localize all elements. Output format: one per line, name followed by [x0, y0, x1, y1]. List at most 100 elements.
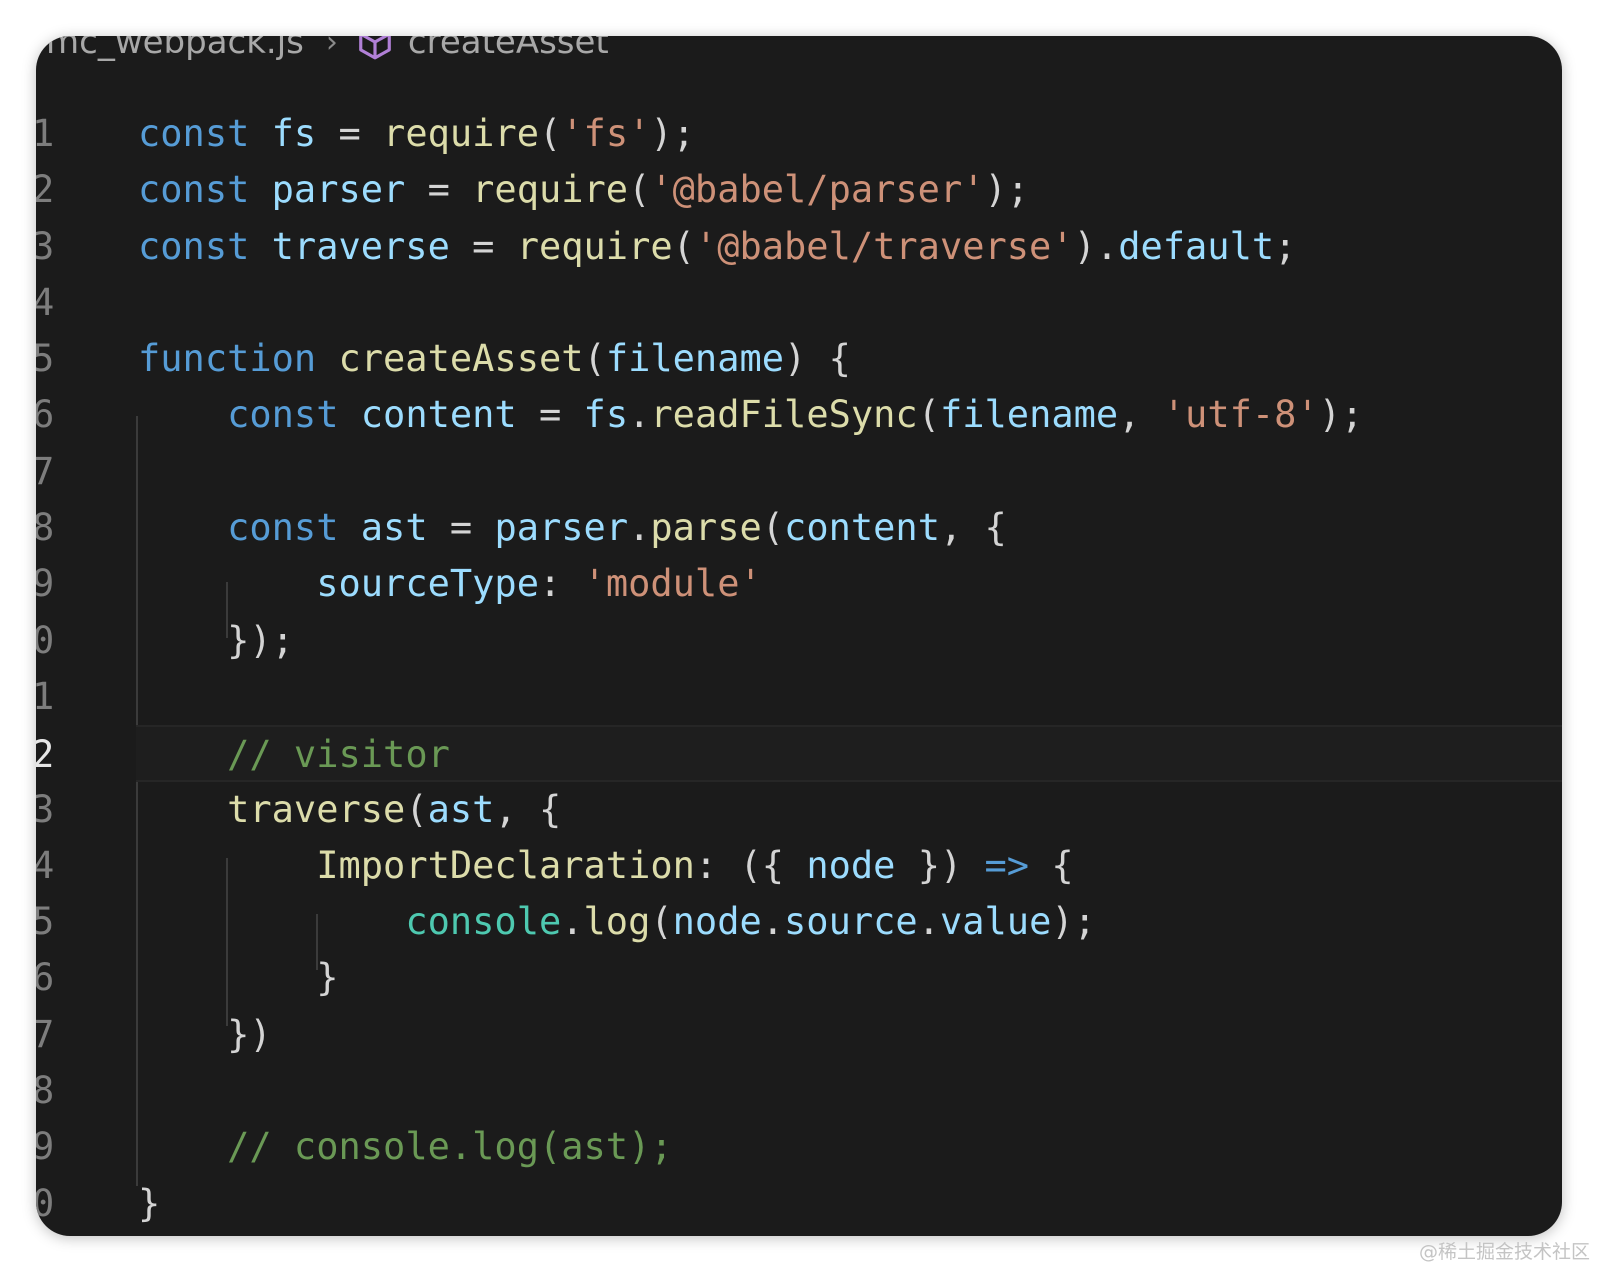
code-text: const ast = parser.parse(content, { [138, 500, 1007, 556]
code-line[interactable]: 4 ImportDeclaration: ({ node }) => { [36, 838, 1562, 894]
code-token: ); [1318, 393, 1364, 437]
code-token: // visitor [227, 733, 450, 777]
code-token: const [138, 224, 272, 268]
code-text: const traverse = require('@babel/travers… [138, 219, 1296, 275]
code-token: function [138, 337, 339, 381]
code-token: } [138, 956, 339, 1000]
code-token: fs [271, 112, 339, 155]
code-token: ( [761, 506, 785, 550]
line-number: 6 [36, 956, 55, 1000]
code-token: default [1118, 224, 1275, 268]
code-token: 'module' [583, 562, 762, 606]
line-number: 1 [36, 674, 55, 718]
code-token: = [449, 506, 495, 550]
code-token: = [472, 224, 517, 268]
code-line[interactable]: 4 [36, 275, 1562, 331]
code-line[interactable]: 8 [36, 1063, 1562, 1119]
code-area[interactable]: 1 const fs = require('fs'); 2 const parser … [36, 106, 1562, 1236]
code-line[interactable]: 0 }); [36, 613, 1562, 669]
code-line[interactable]: 3 const traverse = require('@babel/traver… [36, 219, 1562, 275]
code-text: function createAsset(filename) { [138, 331, 851, 387]
line-number: 9 [36, 1125, 55, 1169]
code-token: ); [1051, 900, 1096, 944]
code-line[interactable]: 1 [36, 669, 1562, 725]
code-token: ast [360, 506, 450, 550]
line-number: 4 [36, 280, 55, 324]
code-line[interactable]: 9 sourceType: 'module' [36, 556, 1562, 612]
code-token: ( [650, 900, 673, 944]
code-token: traverse [271, 224, 473, 268]
code-token: require [472, 168, 629, 212]
breadcrumb-separator: › [325, 36, 338, 60]
code-token: const [138, 168, 272, 212]
code-token: 'fs' [561, 112, 651, 155]
code-text: console.log(node.source.value); [138, 894, 1096, 950]
code-line[interactable]: 6 const content = fs.readFileSync(filena… [36, 387, 1562, 443]
code-token: , [1118, 393, 1163, 437]
code-text: } [138, 1176, 160, 1232]
code-line[interactable]: 2 const parser = require('@babel/parser')… [36, 162, 1562, 218]
breadcrumb-file[interactable]: mc_webpack.js [46, 36, 304, 62]
code-token: 'utf-8' [1162, 393, 1319, 437]
code-line[interactable]: 7 }) [36, 1007, 1562, 1063]
line-number: 3 [36, 787, 55, 831]
line-number: 0 [36, 1181, 55, 1225]
code-line[interactable]: 0} [36, 1176, 1562, 1232]
code-text: sourceType: 'module' [138, 556, 762, 612]
line-number: 7 [36, 449, 55, 493]
code-text: }) [138, 1007, 272, 1063]
code-token: }); [138, 618, 294, 662]
code-token: console [405, 900, 562, 944]
code-token: traverse [227, 787, 406, 831]
code-text: traverse(ast, { [138, 782, 561, 838]
code-token: filename [605, 337, 785, 381]
code-token: ). [1073, 224, 1119, 268]
code-text: } [138, 950, 338, 1006]
code-token: log [583, 900, 651, 944]
code-token: : [538, 562, 584, 606]
code-token: = [538, 393, 584, 437]
code-line[interactable]: 7 [36, 444, 1562, 500]
code-token: const [227, 506, 361, 550]
cube-icon [359, 36, 391, 60]
code-line[interactable]: 1 const fs = require('fs'); [36, 106, 1562, 162]
code-token: . [561, 900, 584, 944]
code-token: ( [538, 112, 562, 155]
code-token: ( [672, 224, 695, 268]
line-number: 9 [36, 562, 55, 606]
code-line[interactable]: 3 traverse(ast, { [36, 782, 1562, 838]
code-line[interactable]: 9 // console.log(ast); [36, 1119, 1562, 1175]
code-token: => [984, 843, 1030, 887]
code-token: content [784, 506, 940, 550]
code-token: createAsset [338, 337, 584, 381]
code-text: }); [138, 613, 294, 669]
code-line[interactable]: 5 console.log(node.source.value); [36, 894, 1562, 950]
line-number: 3 [36, 224, 55, 268]
line-number: 7 [36, 1012, 55, 1056]
code-token: const [138, 112, 272, 155]
code-token: sourceType [316, 562, 539, 606]
code-line[interactable]: 6 } [36, 950, 1562, 1006]
code-line[interactable]: 2 // visitor [36, 725, 1562, 782]
code-line[interactable]: 8 const ast = parser.parse(content, { [36, 500, 1562, 556]
code-line[interactable]: 5 function createAsset(filename) { [36, 331, 1562, 387]
code-token: . [628, 393, 651, 437]
code-token: ); [650, 112, 695, 155]
code-token: fs [583, 393, 629, 437]
code-line[interactable]: 1 [36, 1232, 1562, 1236]
code-token: '@babel/traverse' [694, 224, 1074, 268]
code-token: ast [427, 787, 495, 831]
code-token: const [227, 393, 361, 437]
code-token: require [383, 112, 539, 155]
code-token: source [784, 900, 918, 944]
line-number: 8 [36, 1069, 55, 1113]
breadcrumb-symbol[interactable]: createAsset [408, 36, 609, 62]
code-token: ( [405, 787, 428, 831]
code-text: const content = fs.readFileSync(filename… [138, 387, 1363, 443]
